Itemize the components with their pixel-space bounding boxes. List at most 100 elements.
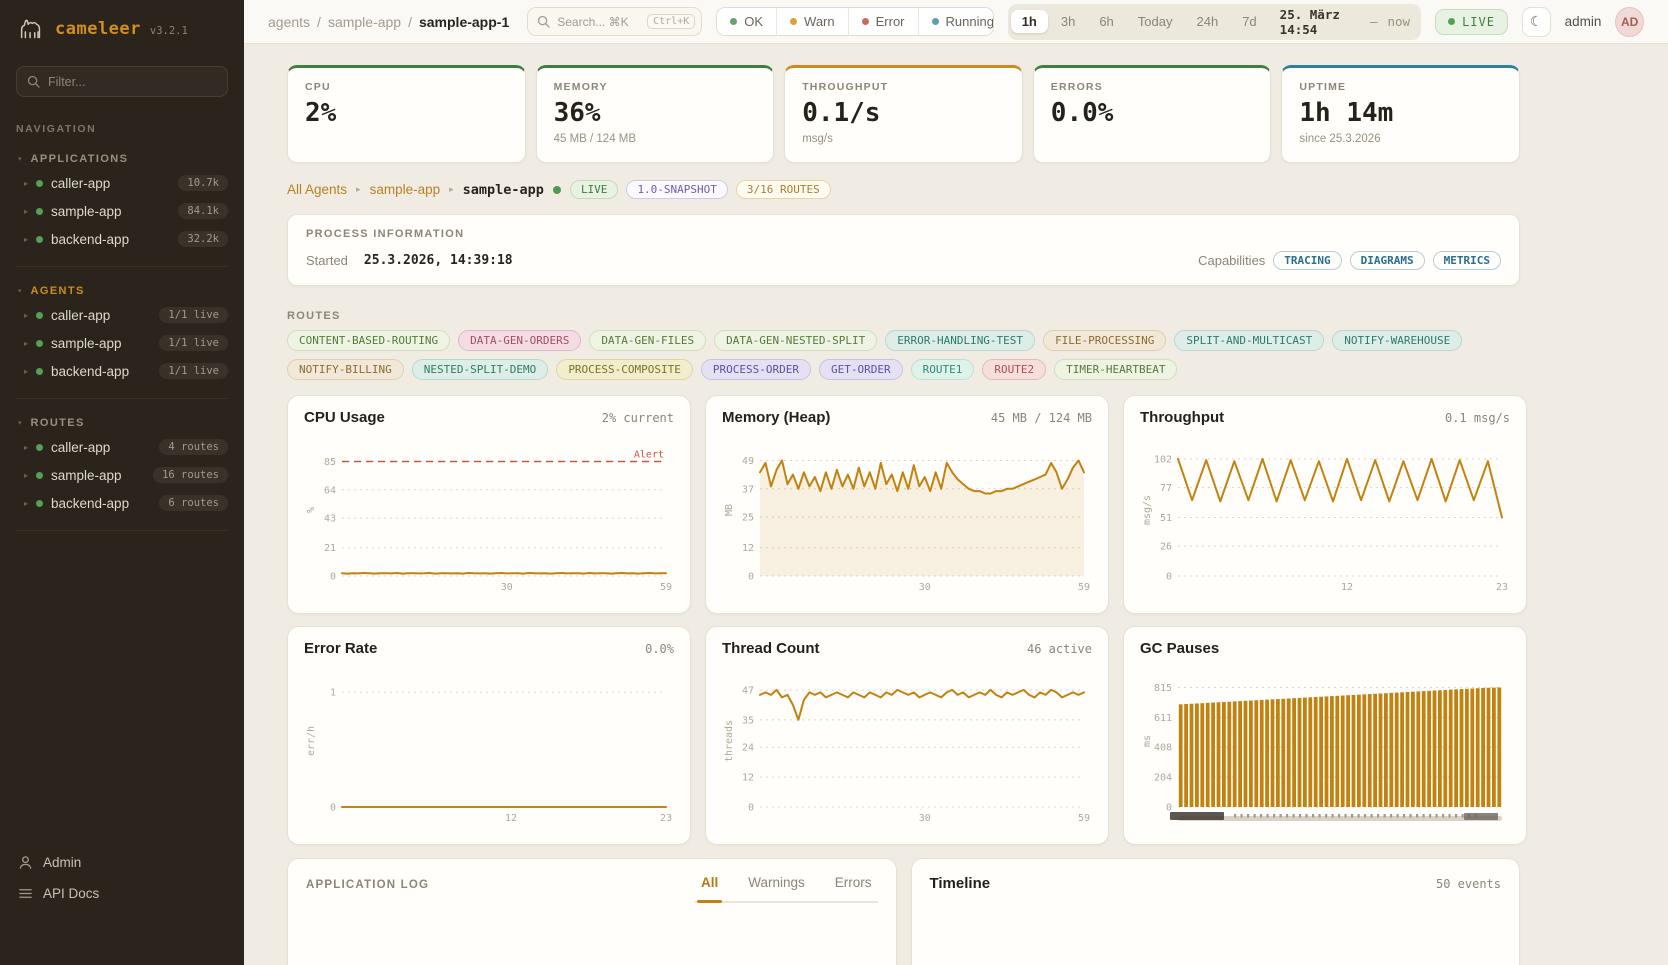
agent-badge-3-16-routes: 3/16 ROUTES [736,180,831,199]
agent-link-sample-app[interactable]: sample-app [370,182,441,197]
svg-text:err/h: err/h [306,726,317,756]
svg-text:Alert: Alert [634,450,664,461]
route-chip-nested-split-demo[interactable]: NESTED-SPLIT-DEMO [412,359,549,380]
sidebar-item-agents-sample-app[interactable]: ▸sample-app1/1 live [16,329,228,357]
time-range-group: 1h3h6hToday24h7d 25. März 14:54 – now [1008,4,1421,40]
sidebar-item-api-docs[interactable]: API Docs [16,878,228,909]
route-chip-timer-heartbeat[interactable]: TIMER-HEARTBEAT [1054,359,1177,380]
route-chip-data-gen-files[interactable]: DATA-GEN-FILES [589,330,706,351]
process-information-card: PROCESS INFORMATION Started 25.3.2026, 1… [287,214,1520,286]
status-filter-ok[interactable]: OK [717,8,776,35]
status-dot [36,368,43,375]
route-chip-notify-billing[interactable]: NOTIFY-BILLING [287,359,404,380]
chevron-right-icon: ▸ [24,207,28,216]
sidebar-item-agents-backend-app[interactable]: ▸backend-app1/1 live [16,357,228,385]
svg-text:35: 35 [742,715,754,726]
caret-icon: ▾ [18,287,22,295]
route-chip-file-processing[interactable]: FILE-PROCESSING [1043,330,1166,351]
range-7d[interactable]: 7d [1231,10,1267,33]
route-chip-process-order[interactable]: PROCESS-ORDER [701,359,811,380]
status-filter-warn[interactable]: Warn [776,8,848,35]
breadcrumb-sample-app[interactable]: sample-app [328,14,401,30]
svg-text:47: 47 [742,685,754,696]
svg-text:1: 1 [330,688,336,699]
range-3h[interactable]: 3h [1050,10,1086,33]
timeline-title: Timeline [930,875,991,892]
route-chip-get-order[interactable]: GET-ORDER [819,359,903,380]
app-logo[interactable]: cameleer v3.2.1 [16,14,228,44]
svg-text:59: 59 [660,582,672,593]
agent-breadcrumb-bar: All Agents▸sample-app▸ sample-app LIVE1.… [287,180,1520,199]
theme-toggle[interactable] [1522,7,1551,37]
date-range-end[interactable]: now [1387,14,1410,29]
svg-text:611: 611 [1154,713,1172,724]
svg-text:MB: MB [724,504,735,516]
nav-group-applications: ▾APPLICATIONS▸caller-app10.7k▸sample-app… [16,149,228,267]
route-chip-notify-warehouse[interactable]: NOTIFY-WAREHOUSE [1332,330,1462,351]
agent-badges: LIVE1.0-SNAPSHOT3/16 ROUTES [570,180,831,199]
chart-title: Thread Count [722,640,820,657]
search-input[interactable] [557,15,640,29]
svg-text:30: 30 [919,582,931,593]
dashboard-content: CPU2%MEMORY36%45 MB / 124 MBTHROUGHPUT0.… [287,44,1520,965]
search-icon [27,75,40,88]
log-tab-errors[interactable]: Errors [835,875,872,901]
route-chip-error-handling-test[interactable]: ERROR-HANDLING-TEST [885,330,1035,351]
log-tab-warnings[interactable]: Warnings [748,875,805,901]
status-filter-error[interactable]: Error [848,8,918,35]
route-chip-data-gen-nested-split[interactable]: DATA-GEN-NESTED-SPLIT [714,330,877,351]
sidebar-filter[interactable] [16,66,228,97]
svg-text:59: 59 [1078,582,1090,593]
svg-text:59: 59 [1078,813,1090,824]
live-dot [1448,18,1455,25]
svg-text:23: 23 [660,813,672,824]
global-search[interactable]: Ctrl+K [527,7,702,36]
chart-header: Error Rate0.0% [304,640,674,657]
date-range-start[interactable]: 25. März 14:54 [1280,7,1364,37]
sidebar-item-applications-caller-app[interactable]: ▸caller-app10.7k [16,169,228,197]
status-dot [730,18,737,25]
stat-value: 0.1/s [802,98,1005,128]
range-24h[interactable]: 24h [1186,10,1230,33]
range-1h[interactable]: 1h [1011,10,1048,33]
date-range-separator: – [1370,14,1378,29]
route-chip-route2[interactable]: ROUTE2 [982,359,1046,380]
filter-input[interactable] [48,75,217,89]
status-filter-label: Running [946,14,994,29]
nav-group-header-routes[interactable]: ▾ROUTES [16,413,228,433]
stat-label: UPTIME [1299,81,1502,93]
svg-text:%: % [306,507,317,513]
user-name[interactable]: admin [1565,14,1602,29]
capability-badge-tracing: TRACING [1273,251,1341,270]
chart-header: Thread Count46 active [722,640,1092,657]
status-dot [862,18,869,25]
route-chip-split-and-multicast[interactable]: SPLIT-AND-MULTICAST [1174,330,1324,351]
route-chip-route1[interactable]: ROUTE1 [911,359,975,380]
live-indicator[interactable]: LIVE [1435,9,1508,35]
range-6h[interactable]: 6h [1088,10,1124,33]
nav-group-header-applications[interactable]: ▾APPLICATIONS [16,149,228,169]
sidebar-item-agents-caller-app[interactable]: ▸caller-app1/1 live [16,301,228,329]
sidebar-item-routes-caller-app[interactable]: ▸caller-app4 routes [16,433,228,461]
range-today[interactable]: Today [1127,10,1184,33]
route-chip-process-composite[interactable]: PROCESS-COMPOSITE [556,359,693,380]
sidebar-item-applications-sample-app[interactable]: ▸sample-app84.1k [16,197,228,225]
log-tab-all[interactable]: All [701,875,718,901]
sidebar-item-admin[interactable]: Admin [16,847,228,878]
agent-link-all-agents[interactable]: All Agents [287,182,347,197]
route-chip-content-based-routing[interactable]: CONTENT-BASED-ROUTING [287,330,450,351]
chart-title: Error Rate [304,640,377,657]
sidebar-item-routes-sample-app[interactable]: ▸sample-app16 routes [16,461,228,489]
nav-group-header-agents[interactable]: ▾ AGENTS [16,281,228,301]
count-badge: 32.2k [178,231,228,247]
breadcrumb-agents[interactable]: agents [268,14,310,30]
nav-group-title: AGENTS [31,285,85,297]
status-filter-running[interactable]: Running [918,8,994,35]
sidebar-item-applications-backend-app[interactable]: ▸backend-app32.2k [16,225,228,253]
sidebar-item-routes-backend-app[interactable]: ▸backend-app6 routes [16,489,228,517]
stat-value: 0.0% [1051,98,1254,128]
chevron-right-icon: ▸ [24,339,28,348]
route-chip-data-gen-orders[interactable]: DATA-GEN-ORDERS [458,330,581,351]
user-avatar[interactable]: AD [1615,7,1644,37]
svg-text:49: 49 [742,456,754,467]
